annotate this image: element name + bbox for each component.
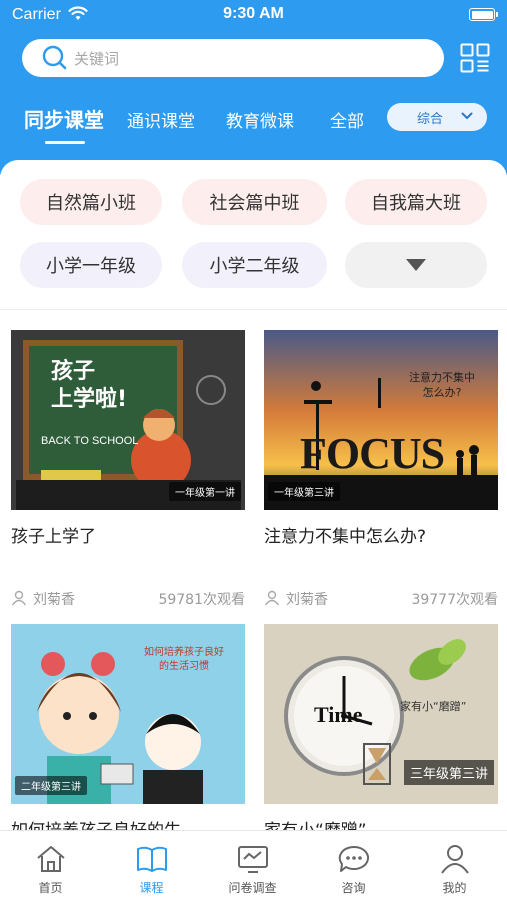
user-icon <box>441 845 469 874</box>
user-icon <box>11 590 27 606</box>
home-icon <box>37 846 65 872</box>
view-count: 59781次观看 <box>158 592 245 608</box>
chevron-down-icon <box>461 112 473 119</box>
sort-selected-label: 综合 <box>417 111 444 127</box>
grade-tag: 二年级第三讲 <box>15 776 87 795</box>
view-count: 39777次观看 <box>411 592 498 608</box>
course-meta: 刘菊香 39777次观看 <box>264 588 498 608</box>
search-placeholder: 关键词 <box>74 49 120 68</box>
course-thumbnail[interactable]: FOCUS 注意力不集中 怎么办? 一年级第三讲 <box>264 330 498 510</box>
tab-micro-course[interactable]: 教育微课 <box>226 107 294 132</box>
search-icon <box>42 45 67 70</box>
battery-icon <box>469 8 498 21</box>
nav-label: 首页 <box>38 881 63 895</box>
nav-item-courses[interactable]: 课程 <box>101 831 202 900</box>
filter-chip-self-large[interactable]: 自我篇大班 <box>345 179 487 225</box>
filter-expand-button[interactable] <box>345 242 487 288</box>
clock-caption: 家有小“磨蹭” <box>400 700 467 713</box>
survey-monitor-icon <box>238 846 268 873</box>
sort-dropdown[interactable]: 综合 <box>387 103 487 131</box>
status-bar: Carrier 9:30 AM <box>0 0 507 30</box>
nav-label: 问卷调查 <box>228 881 277 895</box>
header: Carrier 9:30 AM 关键词 同步课堂 通识课堂 教育微课 全部 综合 <box>0 0 507 175</box>
active-tab-indicator <box>45 141 85 144</box>
clock: 9:30 AM <box>223 5 284 22</box>
book-icon <box>137 846 167 872</box>
triangle-down-icon <box>406 259 426 271</box>
nav-item-home[interactable]: 首页 <box>0 831 101 900</box>
focus-word: FOCUS <box>300 429 445 478</box>
nav-label: 课程 <box>139 881 164 895</box>
bottom-nav: 首页 课程 问卷调查 咨询 我的 <box>0 830 507 900</box>
filter-panel: 自然篇小班 社会篇中班 自我篇大班 小学一年级 小学二年级 <box>0 160 507 310</box>
course-thumbnail[interactable]: Time 家有小“磨蹭” 三年级第三讲 <box>264 624 498 804</box>
tab-sync-class[interactable]: 同步课堂 <box>24 104 104 133</box>
category-tabs: 同步课堂 通识课堂 教育微课 全部 综合 <box>0 100 507 150</box>
course-title[interactable]: 孩子上学了 <box>11 522 96 547</box>
course-thumbnail[interactable]: 如何培养孩子良好 的生活习惯 二年级第三讲 <box>11 624 245 804</box>
grade-tag: 三年级第三讲 <box>403 760 494 785</box>
clock-word: Time <box>314 702 363 727</box>
nav-label: 我的 <box>442 881 467 895</box>
chat-bubble-icon <box>338 845 370 872</box>
course-meta: 刘菊香 59781次观看 <box>11 588 245 608</box>
nav-item-profile[interactable]: 我的 <box>404 831 505 900</box>
course-title[interactable]: 注意力不集中怎么办? <box>264 522 426 547</box>
nav-item-survey[interactable]: 问卷调查 <box>202 831 303 900</box>
user-icon <box>264 590 280 606</box>
grade-tag: 一年级第三讲 <box>268 482 340 501</box>
teacher-name: 刘菊香 <box>286 592 328 608</box>
filter-chip-grade-2[interactable]: 小学二年级 <box>182 242 327 288</box>
filter-chip-society-middle[interactable]: 社会篇中班 <box>182 179 327 225</box>
chalkboard-subtitle: BACK TO SCHOOL <box>41 435 139 447</box>
cartoon-caption: 如何培养孩子良好 的生活习惯 <box>144 647 224 672</box>
chalkboard-title: 孩子 上学啦! <box>51 359 128 412</box>
grade-tag: 一年级第一讲 <box>169 482 241 501</box>
nav-item-consult[interactable]: 咨询 <box>303 831 404 900</box>
tab-general-class[interactable]: 通识课堂 <box>127 107 195 132</box>
nav-label: 咨询 <box>341 881 366 895</box>
grid-view-icon[interactable] <box>460 43 490 73</box>
course-thumbnail[interactable]: 孩子 上学啦! BACK TO SCHOOL 一年级第一讲 <box>11 330 245 510</box>
teacher-name: 刘菊香 <box>33 592 75 608</box>
focus-question: 注意力不集中 怎么办? <box>409 371 475 399</box>
filter-chip-nature-small[interactable]: 自然篇小班 <box>20 179 162 225</box>
filter-chip-grade-1[interactable]: 小学一年级 <box>20 242 162 288</box>
tab-all[interactable]: 全部 <box>330 107 364 132</box>
search-input[interactable]: 关键词 <box>22 39 444 77</box>
